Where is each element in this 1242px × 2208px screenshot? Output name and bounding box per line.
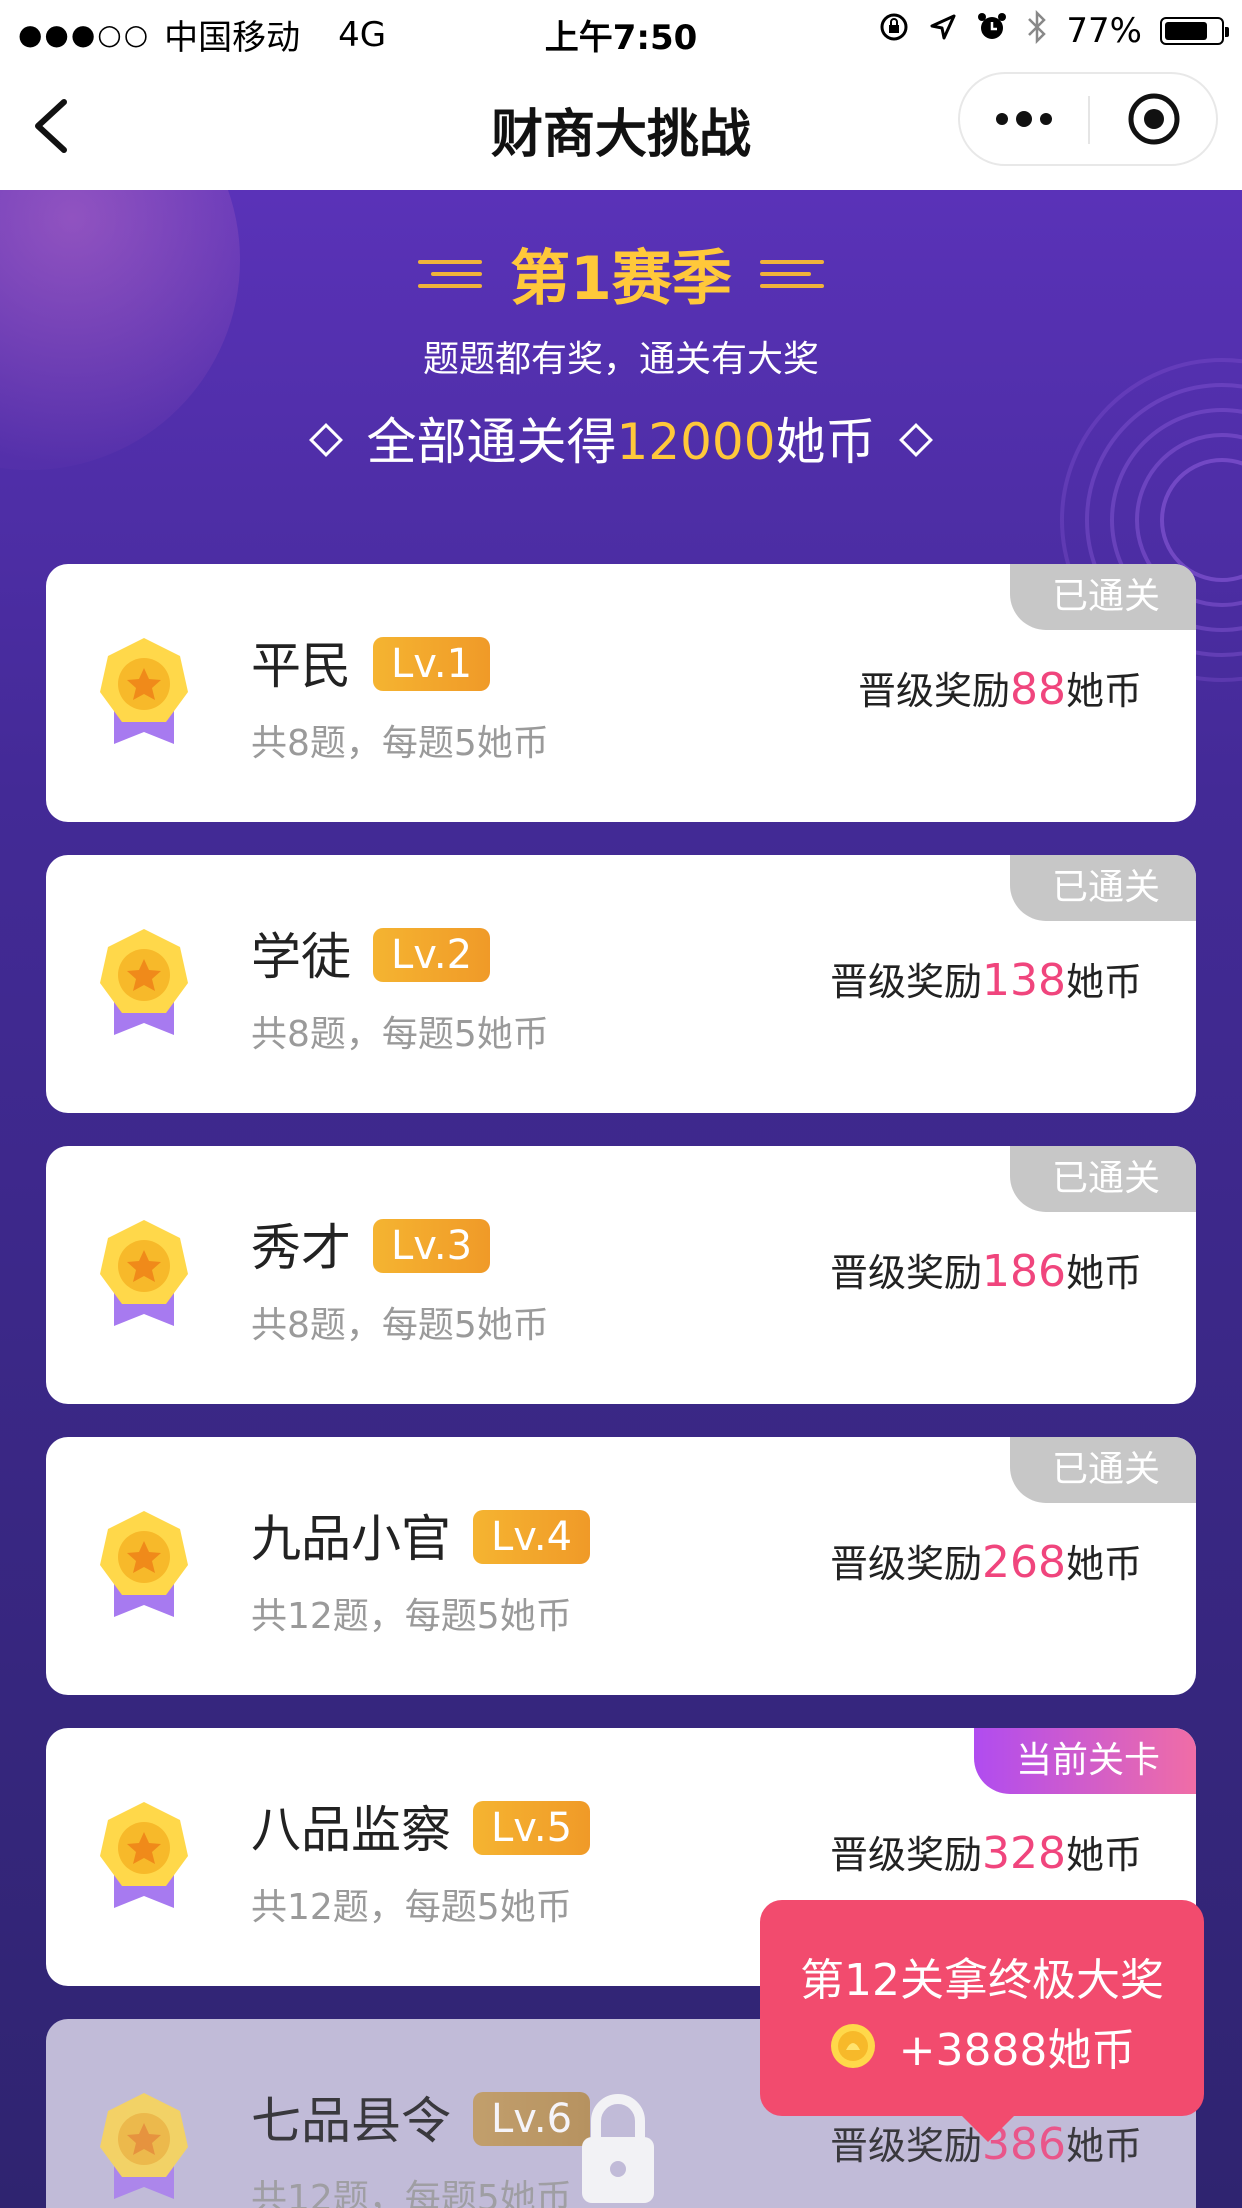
total-reward: 全部通关得12000她币 <box>0 402 1242 474</box>
status-badge: 已通关 <box>1009 564 1196 630</box>
close-button[interactable] <box>1091 74 1216 164</box>
season-header: 第1赛季 <box>0 230 1242 317</box>
capsule-divider <box>1088 96 1090 144</box>
level-name: 九品小官 Lv.4 <box>251 1499 591 1571</box>
medal-badge-icon <box>100 1802 188 1908</box>
more-dots-icon <box>996 111 1052 127</box>
medal-badge-icon <box>100 929 188 1035</box>
level-name: 七品县令 Lv.6 <box>251 2081 591 2153</box>
level-tag: Lv.5 <box>473 1800 591 1855</box>
alarm-icon <box>976 11 1008 51</box>
medal-badge-icon <box>100 2093 188 2199</box>
status-badge: 已通关 <box>1009 1146 1196 1212</box>
decorative-lines-right <box>759 259 824 288</box>
battery-level-fill <box>1165 22 1207 40</box>
level-tag: Lv.1 <box>373 636 491 691</box>
level-desc: 共8题，每题5她币 <box>251 1014 549 1055</box>
decorative-lines-left <box>418 259 483 288</box>
level-tag: Lv.2 <box>373 927 491 982</box>
grand-prize-tooltip: 第12关拿终极大奖 +3888她币 <box>760 1900 1204 2142</box>
level-desc: 共12题，每题5她币 <box>251 2178 572 2208</box>
mini-program-capsule <box>958 72 1218 166</box>
medal-badge-icon <box>100 1511 188 1617</box>
medal-badge-icon <box>100 1220 188 1326</box>
level-tag: Lv.4 <box>473 1509 591 1564</box>
level-name: 八品监察 Lv.5 <box>251 1790 591 1862</box>
medal-badge-icon <box>100 638 188 744</box>
total-suffix: 她币 <box>775 413 876 471</box>
battery-percent: 77% <box>1066 11 1142 51</box>
level-tag: Lv.3 <box>373 1218 491 1273</box>
level-card[interactable]: 九品小官 Lv.4 共12题，每题5她币 晋级奖励268她币 已通关 <box>46 1437 1196 1695</box>
bluetooth-icon <box>1026 9 1048 52</box>
location-arrow-icon <box>928 12 958 50</box>
season-title: 第1赛季 <box>510 244 732 314</box>
diamond-icon <box>309 422 344 457</box>
rotation-lock-icon <box>878 11 910 51</box>
status-badge: 已通关 <box>1009 1437 1196 1503</box>
total-amount: 12000 <box>616 413 776 471</box>
status-bar: ●●●○○ 中国移动 4G 上午7:50 77% <box>0 0 1242 62</box>
level-card[interactable]: 学徒 Lv.2 共8题，每题5她币 晋级奖励138她币 已通关 <box>46 855 1196 1113</box>
level-name: 平民 Lv.1 <box>251 626 491 698</box>
level-card[interactable]: 平民 Lv.1 共8题，每题5她币 晋级奖励88她币 已通关 <box>46 564 1196 822</box>
level-reward: 晋级奖励186她币 <box>829 1246 1142 1297</box>
level-desc: 共8题，每题5她币 <box>251 723 549 764</box>
tooltip-title: 第12关拿终极大奖 <box>800 1955 1164 2006</box>
level-reward: 晋级奖励268她币 <box>829 1537 1142 1588</box>
tooltip-reward: +3888她币 <box>760 2014 1204 2078</box>
battery-icon <box>1160 17 1229 45</box>
diamond-icon <box>898 422 933 457</box>
current-level-badge: 当前关卡 <box>973 1728 1196 1794</box>
level-desc: 共12题，每题5她币 <box>251 1596 572 1637</box>
status-badge: 已通关 <box>1009 855 1196 921</box>
level-name: 秀才 Lv.3 <box>251 1208 491 1280</box>
season-subtitle: 题题都有奖，通关有大奖 <box>422 339 819 380</box>
level-desc: 共12题，每题5她币 <box>251 1887 572 1928</box>
level-tag: Lv.6 <box>473 2091 591 2146</box>
level-name: 学徒 Lv.2 <box>251 917 491 989</box>
coin-icon <box>830 2024 875 2068</box>
level-reward: 晋级奖励138她币 <box>829 955 1142 1006</box>
level-reward: 晋级奖励88她币 <box>857 664 1142 715</box>
nav-bar: 财商大挑战 <box>0 62 1242 190</box>
target-close-icon <box>1128 93 1179 145</box>
total-prefix: 全部通关得 <box>366 413 617 471</box>
level-card[interactable]: 秀才 Lv.3 共8题，每题5她币 晋级奖励186她币 已通关 <box>46 1146 1196 1404</box>
lock-icon <box>582 2094 654 2203</box>
level-reward: 晋级奖励328她币 <box>829 1828 1142 1879</box>
level-desc: 共8题，每题5她币 <box>251 1305 549 1346</box>
tooltip-reward-text: +3888她币 <box>898 2025 1136 2076</box>
tooltip-tail <box>960 2114 1016 2142</box>
more-button[interactable] <box>960 74 1088 164</box>
challenge-main: 第1赛季 题题都有奖，通关有大奖 全部通关得12000她币 平民 Lv.1 共8题… <box>0 190 1242 2208</box>
